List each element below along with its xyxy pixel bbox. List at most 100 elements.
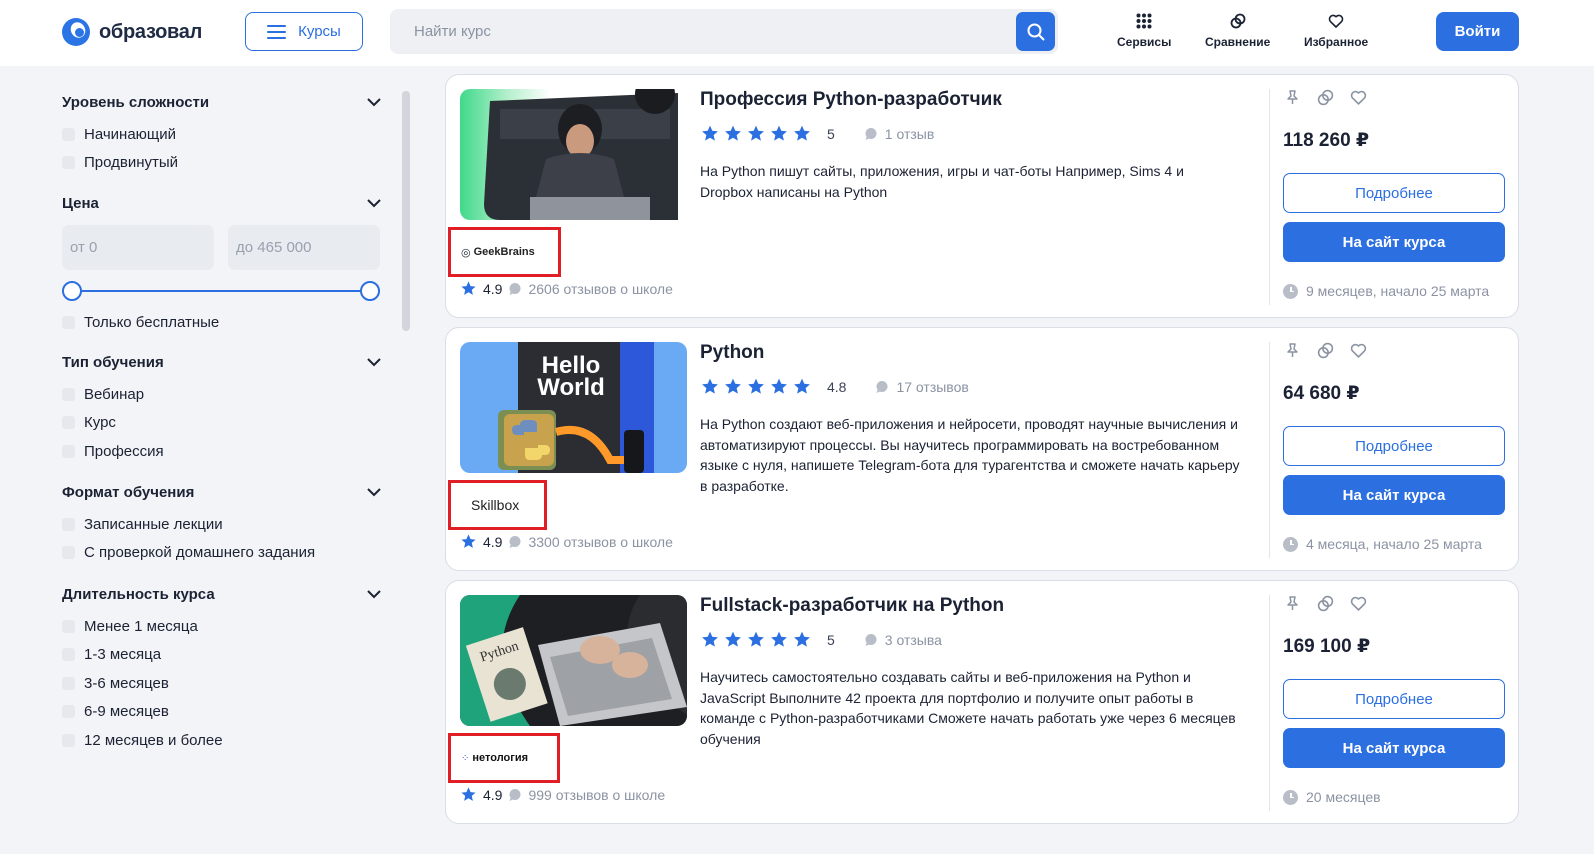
school-reviews-link[interactable]: 3300 отзывов о школе	[528, 534, 672, 550]
filter-format-header[interactable]: Формат обучения	[62, 480, 384, 504]
comment-icon	[876, 380, 888, 393]
option-label: Курс	[84, 414, 116, 432]
option-duration-lt1[interactable]: Менее 1 месяца	[62, 612, 384, 641]
duration-text: 4 месяца, начало 25 марта	[1306, 536, 1482, 552]
compare-icon[interactable]	[1317, 89, 1334, 106]
site-logo[interactable]: образовал	[62, 18, 202, 46]
school-name: GeekBrains	[473, 246, 535, 258]
course-rating: 4.8 17 отзывов	[700, 377, 969, 396]
course-duration: 9 месяцев, начало 25 марта	[1283, 283, 1489, 299]
compare-icon[interactable]	[1317, 595, 1334, 612]
course-title[interactable]: Python	[700, 342, 764, 364]
option-beginner[interactable]: Начинающий	[62, 120, 384, 149]
course-title[interactable]: Fullstack-разработчик на Python	[700, 595, 1004, 617]
course-rating: 5 1 отзыв	[700, 124, 934, 143]
checkbox[interactable]	[62, 648, 75, 662]
card-actions	[1284, 595, 1367, 612]
search-button[interactable]	[1016, 12, 1055, 51]
pin-icon[interactable]	[1284, 89, 1301, 106]
checkbox[interactable]	[62, 619, 75, 633]
checkbox[interactable]	[62, 416, 75, 430]
details-button[interactable]: Подробнее	[1283, 679, 1505, 719]
option-duration-6-9[interactable]: 6-9 месяцев	[62, 698, 384, 727]
checkbox[interactable]	[62, 705, 75, 719]
course-thumbnail[interactable]: Python	[460, 595, 687, 726]
details-button[interactable]: Подробнее	[1283, 173, 1505, 213]
option-recorded-lectures[interactable]: Записанные лекции	[62, 510, 384, 539]
course-description: На Python создают веб-приложения и нейро…	[700, 416, 1240, 495]
heart-icon[interactable]	[1350, 595, 1367, 612]
sidebar-scrollbar[interactable]	[402, 91, 410, 331]
filter-duration-header[interactable]: Длительность курса	[62, 582, 384, 606]
course-price: 169 100 ₽	[1283, 636, 1371, 657]
school-logo-highlight[interactable]: ◎ GeekBrains	[448, 227, 561, 277]
go-to-course-button[interactable]: На сайт курса	[1283, 222, 1505, 262]
nav-favorites[interactable]: Избранное	[1304, 13, 1368, 49]
course-card: Hello World Skillbox 4.9 3300 отзывов о …	[445, 327, 1519, 571]
filter-type-header[interactable]: Тип обучения	[62, 350, 384, 374]
go-to-course-button[interactable]: На сайт курса	[1283, 728, 1505, 768]
option-webinar[interactable]: Вебинар	[62, 380, 384, 409]
option-course[interactable]: Курс	[62, 409, 384, 438]
reviews-link[interactable]: 1 отзыв	[864, 126, 934, 142]
option-label: Начинающий	[84, 125, 177, 143]
course-price: 64 680 ₽	[1283, 383, 1360, 404]
filter-title: Длительность курса	[62, 585, 215, 603]
course-card: Python ⁘ нетология 4.9 999 отзывов о шко…	[445, 580, 1519, 824]
option-duration-3-6[interactable]: 3-6 месяцев	[62, 669, 384, 698]
course-title[interactable]: Профессия Python-разработчик	[700, 89, 1002, 111]
heart-icon[interactable]	[1350, 342, 1367, 359]
price-from-input[interactable]	[62, 225, 214, 270]
course-duration: 20 месяцев	[1283, 789, 1381, 805]
pin-icon[interactable]	[1284, 595, 1301, 612]
option-duration-12plus[interactable]: 12 месяцев и более	[62, 726, 384, 755]
heart-icon[interactable]	[1350, 89, 1367, 106]
login-button[interactable]: Войти	[1436, 12, 1519, 51]
school-rating: 4.9 999 отзывов о школе	[460, 786, 665, 803]
slider-max-handle[interactable]	[360, 281, 380, 301]
checkbox[interactable]	[62, 676, 75, 690]
checkbox[interactable]	[62, 444, 75, 458]
checkbox[interactable]	[62, 387, 75, 401]
details-button[interactable]: Подробнее	[1283, 426, 1505, 466]
search-input[interactable]	[390, 9, 1010, 54]
checkbox[interactable]	[62, 127, 75, 141]
checkbox[interactable]	[62, 315, 75, 329]
thumb-world-text: World	[537, 374, 605, 401]
option-profession[interactable]: Профессия	[62, 437, 384, 466]
school-reviews-link[interactable]: 999 отзывов о школе	[528, 787, 665, 803]
option-advanced[interactable]: Продвинутый	[62, 149, 384, 178]
price-range-slider[interactable]	[62, 281, 384, 301]
nav-compare[interactable]: Сравнение	[1205, 13, 1270, 49]
school-logo-highlight[interactable]: ⁘ нетология	[448, 733, 560, 783]
checkbox[interactable]	[62, 156, 75, 170]
courses-menu-button[interactable]: Курсы	[245, 12, 363, 51]
clock-icon	[1283, 536, 1298, 552]
card-actions	[1284, 342, 1367, 359]
chevron-down-icon	[367, 358, 381, 367]
duration-text: 9 месяцев, начало 25 марта	[1306, 283, 1490, 299]
school-reviews-link[interactable]: 2606 отзывов о школе	[528, 281, 672, 297]
school-logo-highlight[interactable]: Skillbox	[448, 480, 547, 530]
slider-min-handle[interactable]	[62, 281, 82, 301]
pin-icon[interactable]	[1284, 342, 1301, 359]
reviews-link[interactable]: 17 отзывов	[875, 379, 969, 395]
card-divider	[1269, 595, 1270, 811]
course-thumbnail[interactable]: Hello World	[460, 342, 687, 473]
reviews-link[interactable]: 3 отзыва	[864, 632, 942, 648]
checkbox[interactable]	[62, 546, 75, 560]
go-to-course-button[interactable]: На сайт курса	[1283, 475, 1505, 515]
option-duration-1-3[interactable]: 1-3 месяца	[62, 641, 384, 670]
price-to-input[interactable]	[228, 225, 380, 270]
checkbox[interactable]	[62, 517, 75, 531]
compare-icon[interactable]	[1317, 342, 1334, 359]
filter-price-header[interactable]: Цена	[62, 191, 384, 215]
checkbox[interactable]	[62, 733, 75, 747]
comment-icon	[509, 535, 521, 548]
option-homework-review[interactable]: С проверкой домашнего задания	[62, 539, 384, 568]
filter-difficulty-header[interactable]: Уровень сложности	[62, 90, 384, 114]
option-label: Вебинар	[84, 385, 145, 403]
course-thumbnail[interactable]	[460, 89, 687, 220]
nav-services[interactable]: Сервисы	[1117, 13, 1171, 49]
option-free-only[interactable]: Только бесплатные	[62, 308, 384, 337]
